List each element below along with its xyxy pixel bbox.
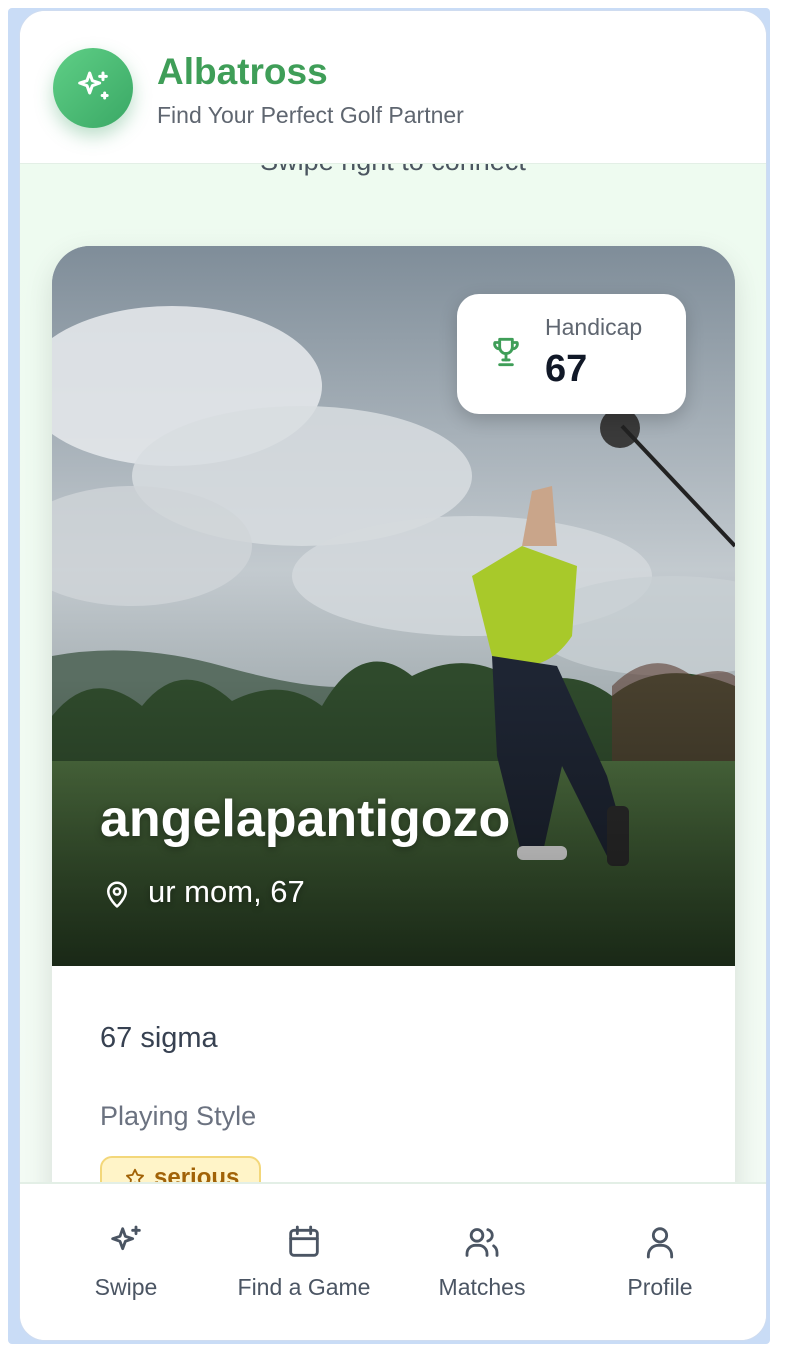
- profile-photo: Handicap 67 angelapantigozo ur mom, 67: [52, 246, 735, 966]
- nav-swipe-label: Swipe: [94, 1274, 158, 1300]
- page-frame: Swipe right to connect: [0, 0, 793, 1354]
- profile-location: ur mom, 67: [148, 874, 305, 909]
- nav-matches-label: Matches: [438, 1274, 526, 1300]
- nav-matches[interactable]: Matches: [392, 1222, 572, 1301]
- users-icon: [465, 1228, 499, 1257]
- profile-card[interactable]: Handicap 67 angelapantigozo ur mom, 67 6…: [52, 246, 735, 1182]
- trophy-icon: [493, 337, 519, 367]
- nav-swipe[interactable]: Swipe: [36, 1222, 216, 1301]
- profile-username: angelapantigozo: [100, 790, 511, 848]
- bottom-nav: Swipe Find a Game Matches Profile: [20, 1182, 766, 1340]
- sparkles-icon: [111, 1225, 141, 1251]
- playing-style-chip: serious: [100, 1156, 262, 1182]
- nav-profile[interactable]: Profile: [570, 1222, 750, 1301]
- map-pin-icon: [107, 881, 127, 908]
- nav-find-game-label: Find a Game: [237, 1274, 371, 1300]
- profile-bio: 67 sigma: [100, 1022, 218, 1054]
- main-content[interactable]: Swipe right to connect: [20, 164, 766, 1182]
- nav-profile-label: Profile: [627, 1274, 693, 1300]
- playing-style-chip-label: serious: [154, 1164, 240, 1182]
- user-icon: [646, 1227, 674, 1259]
- app-subtitle: Find Your Perfect Golf Partner: [157, 102, 464, 128]
- sparkles-icon: [78, 71, 109, 100]
- handicap-label: Handicap: [545, 314, 643, 340]
- app-title: Albatross: [157, 51, 328, 92]
- calendar-icon: [289, 1225, 319, 1257]
- swipe-hint: Swipe right to connect: [20, 164, 766, 177]
- playing-style-title: Playing Style: [100, 1101, 257, 1131]
- handicap-value: 67: [545, 348, 588, 390]
- app-window: Swipe right to connect: [19, 10, 767, 1341]
- app-header: Albatross Find Your Perfect Golf Partner: [20, 11, 766, 164]
- nav-find-game[interactable]: Find a Game: [214, 1222, 394, 1301]
- app-logo: [53, 48, 133, 128]
- handicap-badge: Handicap 67: [457, 294, 686, 414]
- star-icon: [126, 1168, 144, 1182]
